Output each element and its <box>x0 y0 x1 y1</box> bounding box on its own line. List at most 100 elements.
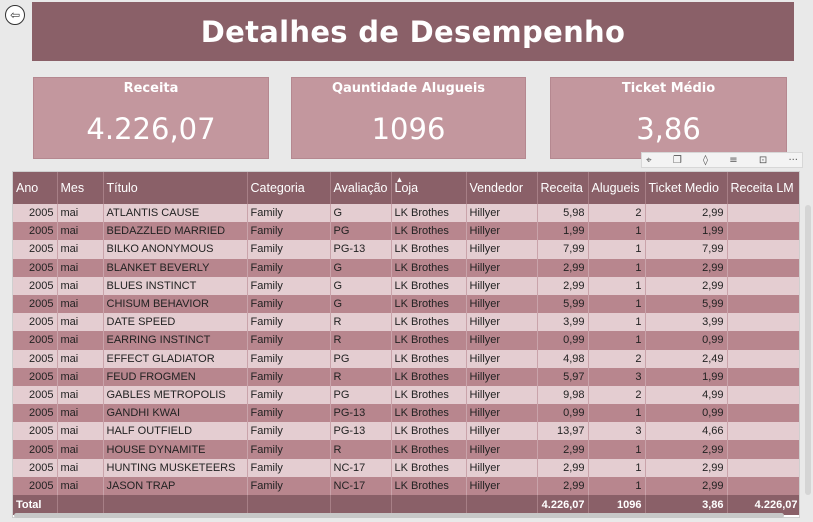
table-cell: LK Brothes <box>391 204 467 223</box>
table-cell: 2,99 <box>645 458 728 477</box>
page-title: Detalhes de Desempenho <box>200 14 626 49</box>
column-header[interactable]: Título <box>103 172 248 204</box>
table-cell: BLUES INSTINCT <box>103 276 248 295</box>
table-cell: 2 <box>588 349 646 368</box>
table-cell: 5,99 <box>645 294 728 314</box>
table-cell: 1 <box>588 404 646 423</box>
more-options-icon[interactable]: ··· <box>788 155 798 166</box>
table-row[interactable]: 2005 mai CHISUM BEHAVIOR Family G LK Brothes H… <box>13 294 799 314</box>
table-cell: Hillyer <box>466 313 538 332</box>
table-cell: 7,99 <box>537 240 589 259</box>
table-cell: 2005 <box>13 440 58 459</box>
table-cell: 1,99 <box>645 367 728 386</box>
kpi-label: Receita <box>123 81 179 96</box>
table-cell: 2,99 <box>645 440 728 459</box>
back-arrow-icon[interactable]: ⇦ <box>5 5 25 25</box>
table-row[interactable]: 2005 mai EFFECT GLADIATOR Family PG LK Brothe… <box>13 349 799 368</box>
table-cell: Family <box>247 313 331 332</box>
table-cell: 4,66 <box>645 422 728 441</box>
table-cell: 2 <box>588 385 646 405</box>
table-row[interactable]: 2005 mai EARRING INSTINCT Family R LK Brothes… <box>13 331 799 350</box>
table-row[interactable]: 2005 mai BLANKET BEVERLY Family G LK Brothes H… <box>13 258 799 277</box>
filter-icon[interactable]: ≡ <box>729 155 737 166</box>
table-cell <box>727 349 799 368</box>
table-cell: mai <box>57 476 104 495</box>
table-row[interactable]: 2005 mai ATLANTIS CAUSE Family G LK Brothes Hi… <box>13 204 799 223</box>
total-cell: 3,86 <box>645 495 728 515</box>
table-row[interactable]: 2005 mai BILKO ANONYMOUS Family PG-13 LK Brot… <box>13 240 799 259</box>
table-row[interactable]: 2005 mai DATE SPEED Family R LK Brothes Hillye… <box>13 313 799 332</box>
table-total-row: Total 4.226,07 1096 3,86 4.226,07 <box>13 495 799 515</box>
table-cell: 4,99 <box>645 385 728 405</box>
table-row[interactable]: 2005 mai HALF OUTFIELD Family PG-13 LK Brothe… <box>13 422 799 441</box>
kpi-value: 4.226,07 <box>86 112 216 146</box>
table-cell: FEUD FROGMEN <box>103 367 248 386</box>
table-row[interactable]: 2005 mai GANDHI KWAI Family PG-13 LK Brothes H… <box>13 404 799 423</box>
table-cell: 2005 <box>13 331 58 350</box>
table-cell <box>727 422 799 441</box>
table-cell: 5,99 <box>537 294 589 314</box>
table-cell: DATE SPEED <box>103 313 248 332</box>
column-header[interactable]: Categoria <box>247 172 331 204</box>
table-cell: Hillyer <box>466 222 538 241</box>
header-banner: Detalhes de Desempenho <box>32 2 794 61</box>
table-row[interactable]: 2005 mai BLUES INSTINCT Family G LK Brothes Hi… <box>13 276 799 295</box>
table-cell: Family <box>247 476 331 495</box>
table-cell: 1 <box>588 458 646 477</box>
table-row[interactable]: 2005 mai BEDAZZLED MARRIED Family PG LK Broth… <box>13 222 799 241</box>
table-cell: Family <box>247 349 331 368</box>
table-cell: mai <box>57 404 104 423</box>
focus-icon[interactable]: ⊡ <box>759 155 767 166</box>
table-cell: 2,99 <box>537 276 589 295</box>
column-header[interactable]: Ticket Medio <box>645 172 728 204</box>
comment-icon[interactable]: ◊ <box>703 155 708 166</box>
column-header[interactable]: Vendedor <box>466 172 538 204</box>
table-cell: NC-17 <box>330 476 392 495</box>
table-cell: 2005 <box>13 204 58 223</box>
vertical-scrollbar[interactable] <box>805 205 811 495</box>
column-header[interactable]: Avaliação <box>330 172 392 204</box>
table-cell: mai <box>57 331 104 350</box>
table-cell: Family <box>247 331 331 350</box>
table-header-row: Ano Mes Título Categoria Avaliação ▲ Loja Vende… <box>13 172 799 204</box>
table-cell: LK Brothes <box>391 313 467 332</box>
table-cell: mai <box>57 440 104 459</box>
table-cell: Hillyer <box>466 440 538 459</box>
table-cell: LK Brothes <box>391 294 467 314</box>
table-cell: R <box>330 313 392 332</box>
column-header[interactable]: Mes <box>57 172 104 204</box>
total-cell <box>466 495 538 515</box>
pin-icon[interactable]: ⌖ <box>646 155 652 166</box>
table-cell: 2,49 <box>645 349 728 368</box>
table-cell: LK Brothes <box>391 240 467 259</box>
table-cell: Hillyer <box>466 349 538 368</box>
copy-icon[interactable]: ❐ <box>673 155 682 166</box>
table-cell: LK Brothes <box>391 276 467 295</box>
table-row[interactable]: 2005 mai GABLES METROPOLIS Family PG LK Broth… <box>13 385 799 405</box>
table-cell: 2005 <box>13 458 58 477</box>
sort-ascending-icon: ▲ <box>395 175 404 184</box>
table-cell: Family <box>247 385 331 405</box>
horizontal-scrollbar[interactable] <box>14 513 784 518</box>
table-row[interactable]: 2005 mai JASON TRAP Family NC-17 LK Brothes Hi… <box>13 476 799 495</box>
total-cell <box>247 495 331 515</box>
table-cell: 1 <box>588 313 646 332</box>
table-row[interactable]: 2005 mai FEUD FROGMEN Family R LK Brothes Hill… <box>13 367 799 386</box>
column-header[interactable]: Receita <box>537 172 589 204</box>
column-header[interactable]: Receita LM <box>727 172 799 204</box>
table-cell: 2,99 <box>645 204 728 223</box>
column-header[interactable]: Ano <box>13 172 58 204</box>
table-row[interactable]: 2005 mai HOUSE DYNAMITE Family R LK Brothes Hi… <box>13 440 799 459</box>
table-cell: 2,99 <box>645 258 728 277</box>
table-cell: Family <box>247 258 331 277</box>
table-cell: GABLES METROPOLIS <box>103 385 248 405</box>
table-cell: PG-13 <box>330 404 392 423</box>
table-row[interactable]: 2005 mai HUNTING MUSKETEERS Family NC-17 LK B… <box>13 458 799 477</box>
table-cell: 0,99 <box>645 404 728 423</box>
column-header[interactable]: ▲ Loja <box>391 172 467 204</box>
table-cell <box>727 331 799 350</box>
table-cell: 1 <box>588 331 646 350</box>
column-header[interactable]: Alugueis <box>588 172 646 204</box>
table-cell: mai <box>57 294 104 314</box>
table-cell <box>727 313 799 332</box>
